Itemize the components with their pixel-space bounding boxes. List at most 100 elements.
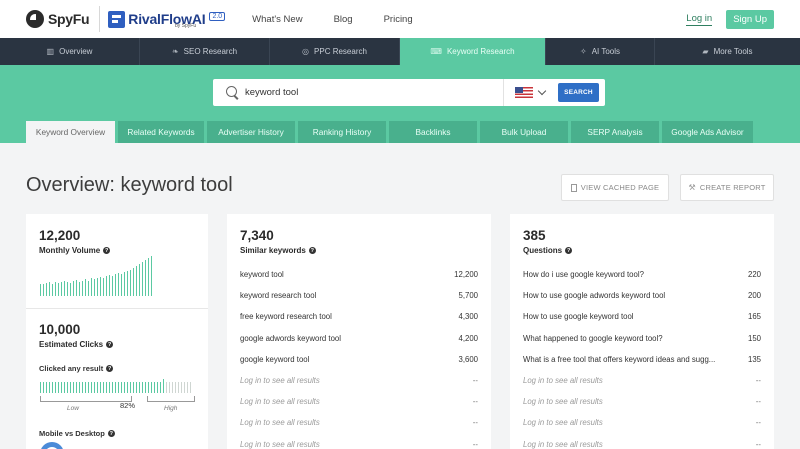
subtab-related-keywords[interactable]: Related Keywords [118,121,204,143]
meter-tick [76,382,77,393]
sparkline-bar [64,280,65,296]
list-item[interactable]: How to use google adwords keyword tool 20… [523,285,761,306]
list-item[interactable]: What is a free tool that offers keyword … [523,349,761,370]
sparkline-bar [127,271,128,296]
subtab-serp-analysis[interactable]: SERP Analysis [571,121,659,143]
meter-tick [109,382,110,393]
meter-tick [58,382,59,393]
login-prompt-text: Log in to see all results [240,376,320,386]
bar-chart-icon: ▥ [46,47,55,56]
keyword-volume: 5,700 [458,291,478,301]
subtab-keyword-overview[interactable]: Keyword Overview [26,121,115,143]
nav-tab-overview[interactable]: ▥ Overview [0,38,140,65]
search-input[interactable] [245,87,495,98]
locked-list-item[interactable]: Log in to see all results -- [523,434,761,449]
nav-tab-keyword-research[interactable]: ⌨ Keyword Research [400,38,546,65]
subtab-ranking-history[interactable]: Ranking History [298,121,386,143]
nav-tab-label: AI Tools [591,47,620,56]
locked-list-item[interactable]: Log in to see all results -- [240,391,478,412]
meter-tick [115,382,116,393]
sparkline-bar [67,282,68,296]
locked-list-item[interactable]: Log in to see all results -- [523,412,761,433]
clicked-any-result-text: Clicked any result [39,364,104,373]
hidden-volume: -- [472,418,478,428]
help-icon[interactable]: ? [308,247,316,254]
list-item[interactable]: keyword tool 12,200 [240,264,478,285]
spyfu-logo-text: SpyFu [48,11,90,27]
keyword-text: google keyword tool [240,354,310,364]
locked-list-item[interactable]: Log in to see all results -- [240,412,478,433]
view-cached-page-button[interactable]: VIEW CACHED PAGE [561,174,669,201]
mobile-vs-desktop-text: Mobile vs Desktop [39,429,105,438]
locked-list-item[interactable]: Log in to see all results -- [523,370,761,391]
help-icon[interactable]: ? [565,247,573,254]
rivalflow-by-text: by SpyFu [175,23,197,29]
list-item[interactable]: How do i use google keyword tool? 220 [523,264,761,285]
questions-label: Questions ? [523,246,761,255]
list-item[interactable]: free keyword research tool 4,300 [240,306,478,327]
help-icon[interactable]: ? [106,341,114,348]
create-report-button[interactable]: ⚒ CREATE REPORT [680,174,774,201]
sparkline-bar [43,284,44,296]
meter-tick [70,382,71,393]
nav-tab-ai-tools[interactable]: ✧ AI Tools [546,38,655,65]
sparkline-bar [82,280,83,296]
meter-tick [97,382,98,393]
list-item[interactable]: How to use google keyword tool 165 [523,306,761,327]
locked-list-item[interactable]: Log in to see all results -- [240,370,478,391]
meter-tick [184,382,185,393]
nav-tab-seo-research[interactable]: ❧ SEO Research [140,38,270,65]
keyword-text: What happened to google keyword tool? [523,333,663,343]
low-range-bracket [40,396,132,402]
sparkline-bar [94,279,95,296]
document-icon [570,183,577,192]
search-icon [226,85,240,100]
sparkle-icon: ✧ [579,47,587,56]
monthly-volume-label-text: Monthly Volume [39,246,101,255]
hidden-volume: -- [472,439,478,449]
signup-button[interactable]: Sign Up [726,9,774,29]
meter-tick [121,382,122,393]
nav-tab-ppc-research[interactable]: ◎ PPC Research [270,38,400,65]
estimated-clicks-label-text: Estimated Clicks [39,340,104,349]
rivalflow-logo-icon [108,10,126,28]
nav-whats-new[interactable]: What's New [252,14,302,25]
questions-label-text: Questions [523,246,563,255]
meter-tick [79,382,80,393]
list-item[interactable]: google keyword tool 3,600 [240,349,478,370]
subtab-google-ads-advisor[interactable]: Google Ads Advisor [662,121,753,143]
hidden-volume: -- [755,376,761,386]
locked-list-item[interactable]: Log in to see all results -- [523,391,761,412]
nav-tab-more-tools[interactable]: ▰ More Tools [655,38,800,65]
sparkline-bar [130,269,131,296]
list-item[interactable]: What happened to google keyword tool? 150 [523,328,761,349]
subtab-bulk-upload[interactable]: Bulk Upload [480,121,568,143]
locked-list-item[interactable]: Log in to see all results -- [240,434,478,449]
us-flag-icon [514,87,533,98]
search-button[interactable]: SEARCH [558,83,599,102]
country-selector[interactable] [503,79,555,106]
sparkline-bar [145,260,146,296]
nav-blog[interactable]: Blog [334,14,353,25]
nav-pricing[interactable]: Pricing [384,14,413,25]
keyword-volume: 200 [747,291,761,301]
meter-tick [124,382,125,393]
help-icon[interactable]: ? [107,430,115,437]
sparkline-bar [61,282,62,296]
meter-tick [67,382,68,393]
low-label: Low [67,405,79,412]
sparkline-bar [109,275,110,296]
list-item[interactable]: keyword research tool 5,700 [240,285,478,306]
subtab-advertiser-history[interactable]: Advertiser History [207,121,295,143]
login-link[interactable]: Log in [686,13,713,26]
similar-keywords-label-text: Similar keywords [240,246,306,255]
rivalflow-logo[interactable]: RivalFlowAI 2.0 [108,10,226,28]
subtab-backlinks[interactable]: Backlinks [389,121,477,143]
login-prompt-text: Log in to see all results [240,397,320,407]
spyfu-logo[interactable]: SpyFu [26,10,90,28]
login-prompt-text: Log in to see all results [240,418,320,428]
help-icon[interactable]: ? [106,365,114,372]
list-item[interactable]: google adwords keyword tool 4,200 [240,328,478,349]
help-icon[interactable]: ? [103,247,111,254]
meter-tick [82,382,83,393]
